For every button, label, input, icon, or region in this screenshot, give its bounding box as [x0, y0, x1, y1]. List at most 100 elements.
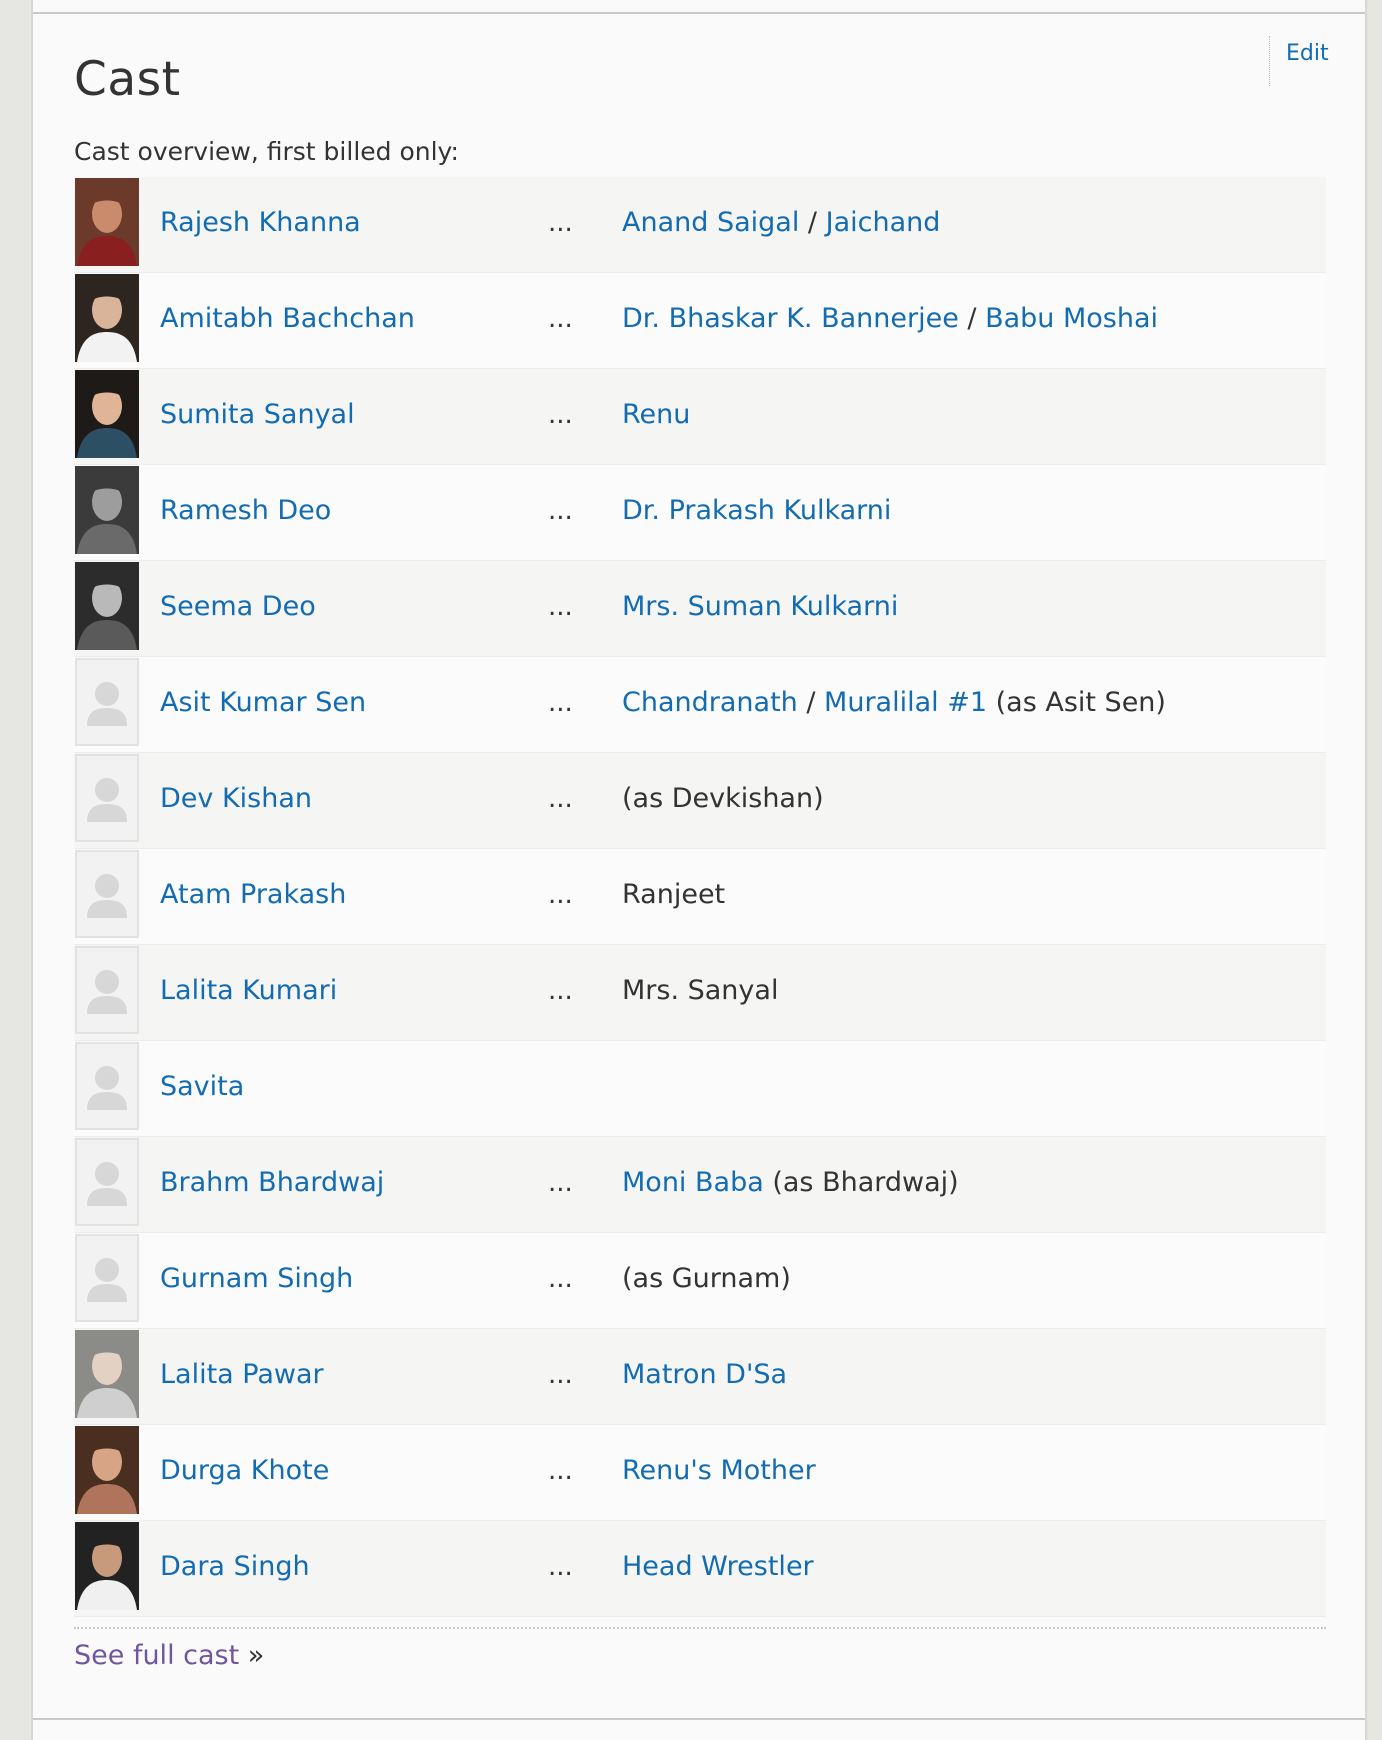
actor-name-link[interactable]: Lalita Pawar [160, 1329, 324, 1421]
character-link[interactable]: Dr. Prakash Kulkarni [622, 495, 891, 526]
cast-row: Brahm Bhardwaj... Moni Baba (as Bhardwaj) [74, 1137, 1326, 1233]
cast-list: Rajesh Khanna... Anand Saigal / Jaichand A… [74, 177, 1326, 1617]
role-ellipsis: ... [548, 496, 573, 526]
actor-photo[interactable] [75, 1522, 139, 1610]
character-cell: (as Gurnam) [622, 1233, 791, 1325]
actor-photo[interactable] [75, 178, 139, 266]
no-photo-placeholder-icon[interactable] [75, 946, 139, 1034]
cast-row: Lalita Pawar... Matron D'Sa [74, 1329, 1326, 1425]
role-ellipsis: ... [548, 976, 573, 1006]
actor-photo[interactable] [75, 1426, 139, 1514]
character-cell: Anand Saigal / Jaichand [622, 177, 940, 269]
actor-photo[interactable] [75, 274, 139, 362]
character-link[interactable]: Renu [622, 399, 690, 430]
character-cell: Head Wrestler [622, 1521, 814, 1613]
actor-name-link[interactable]: Atam Prakash [160, 849, 346, 941]
edit-link[interactable]: Edit [1286, 41, 1329, 66]
role-ellipsis: ... [548, 208, 573, 238]
character-link[interactable]: Renu's Mother [622, 1455, 816, 1486]
actor-name-link[interactable]: Ramesh Deo [160, 465, 331, 557]
character-link[interactable]: Jaichand [826, 207, 941, 238]
actor-name-link[interactable]: Durga Khote [160, 1425, 329, 1517]
character-cell: Renu's Mother [622, 1425, 816, 1517]
actor-name-link[interactable]: Rajesh Khanna [160, 177, 361, 269]
see-full-cast-link[interactable]: See full cast » [74, 1640, 264, 1671]
character-link[interactable]: Head Wrestler [622, 1551, 814, 1582]
actor-name-link[interactable]: Amitabh Bachchan [160, 273, 415, 365]
role-ellipsis: ... [548, 1360, 573, 1390]
character-cell: Mrs. Suman Kulkarni [622, 561, 898, 653]
role-ellipsis: ... [548, 1456, 573, 1486]
actor-name-link[interactable]: Seema Deo [160, 561, 316, 653]
actor-name-link[interactable]: Dara Singh [160, 1521, 310, 1613]
character-link[interactable]: Matron D'Sa [622, 1359, 787, 1390]
footer-divider [74, 1627, 1326, 1629]
actor-photo[interactable] [75, 1330, 139, 1418]
cast-panel: Cast Edit Cast overview, first billed on… [31, 0, 1367, 1740]
cast-row: Rajesh Khanna... Anand Saigal / Jaichand [74, 177, 1326, 273]
actor-name-link[interactable]: Sumita Sanyal [160, 369, 355, 461]
no-photo-placeholder-icon[interactable] [75, 1042, 139, 1130]
actor-photo[interactable] [75, 466, 139, 554]
cast-row: Dev Kishan... (as Devkishan) [74, 753, 1326, 849]
character-note: (as Asit Sen) [987, 687, 1166, 718]
cast-row: Sumita Sanyal... Renu [74, 369, 1326, 465]
actor-name-link[interactable]: Gurnam Singh [160, 1233, 353, 1325]
cast-row: Durga Khote... Renu's Mother [74, 1425, 1326, 1521]
character-note: Ranjeet [622, 879, 726, 910]
character-cell: Matron D'Sa [622, 1329, 787, 1421]
character-cell: Dr. Bhaskar K. Bannerjee / Babu Moshai [622, 273, 1158, 365]
character-cell: Ranjeet [622, 849, 725, 941]
character-note: (as Devkishan) [622, 783, 824, 814]
character-note: / [958, 303, 986, 334]
no-photo-placeholder-icon[interactable] [75, 850, 139, 938]
no-photo-placeholder-icon[interactable] [75, 1138, 139, 1226]
top-divider [33, 12, 1365, 14]
role-ellipsis: ... [548, 400, 573, 430]
bottom-divider [33, 1718, 1365, 1720]
character-cell: Mrs. Sanyal [622, 945, 778, 1037]
character-note: / [799, 207, 826, 238]
role-ellipsis: ... [548, 592, 573, 622]
role-ellipsis: ... [548, 1168, 573, 1198]
actor-name-link[interactable]: Dev Kishan [160, 753, 312, 845]
character-link[interactable]: Dr. Bhaskar K. Bannerjee [622, 303, 959, 334]
character-note: Mrs. Sanyal [622, 975, 779, 1006]
role-ellipsis: ... [548, 1264, 573, 1294]
character-cell: Renu [622, 369, 690, 461]
actor-name-link[interactable]: Savita [160, 1041, 244, 1133]
no-photo-placeholder-icon[interactable] [75, 658, 139, 746]
section-title: Cast [74, 52, 181, 107]
cast-overview-label: Cast overview, first billed only: [74, 137, 459, 166]
actor-photo[interactable] [75, 562, 139, 650]
character-link[interactable]: Babu Moshai [985, 303, 1158, 334]
role-ellipsis: ... [548, 1552, 573, 1582]
cast-row: Lalita Kumari... Mrs. Sanyal [74, 945, 1326, 1041]
role-ellipsis: ... [548, 304, 573, 334]
cast-row: Seema Deo... Mrs. Suman Kulkarni [74, 561, 1326, 657]
character-link[interactable]: Chandranath [622, 687, 798, 718]
edit-container: Edit [1269, 36, 1329, 86]
character-link[interactable]: Moni Baba [622, 1167, 764, 1198]
character-note: / [797, 687, 825, 718]
no-photo-placeholder-icon[interactable] [75, 1234, 139, 1322]
character-note: (as Gurnam) [622, 1263, 791, 1294]
cast-row: Ramesh Deo... Dr. Prakash Kulkarni [74, 465, 1326, 561]
role-ellipsis: ... [548, 880, 573, 910]
raquo-icon: » [247, 1640, 265, 1671]
see-full-cast-label: See full cast [74, 1640, 240, 1671]
actor-photo[interactable] [75, 370, 139, 458]
character-cell: Moni Baba (as Bhardwaj) [622, 1137, 959, 1229]
actor-name-link[interactable]: Lalita Kumari [160, 945, 337, 1037]
cast-row: Amitabh Bachchan... Dr. Bhaskar K. Banner… [74, 273, 1326, 369]
character-link[interactable]: Mrs. Suman Kulkarni [622, 591, 898, 622]
actor-name-link[interactable]: Brahm Bhardwaj [160, 1137, 384, 1229]
actor-name-link[interactable]: Asit Kumar Sen [160, 657, 366, 749]
no-photo-placeholder-icon[interactable] [75, 754, 139, 842]
cast-row: Asit Kumar Sen... Chandranath / Muralilal… [74, 657, 1326, 753]
character-cell: (as Devkishan) [622, 753, 824, 845]
character-link[interactable]: Anand Saigal [622, 207, 799, 238]
cast-row: Savita [74, 1041, 1326, 1137]
cast-row: Gurnam Singh... (as Gurnam) [74, 1233, 1326, 1329]
character-link[interactable]: Muralilal #1 [824, 687, 987, 718]
